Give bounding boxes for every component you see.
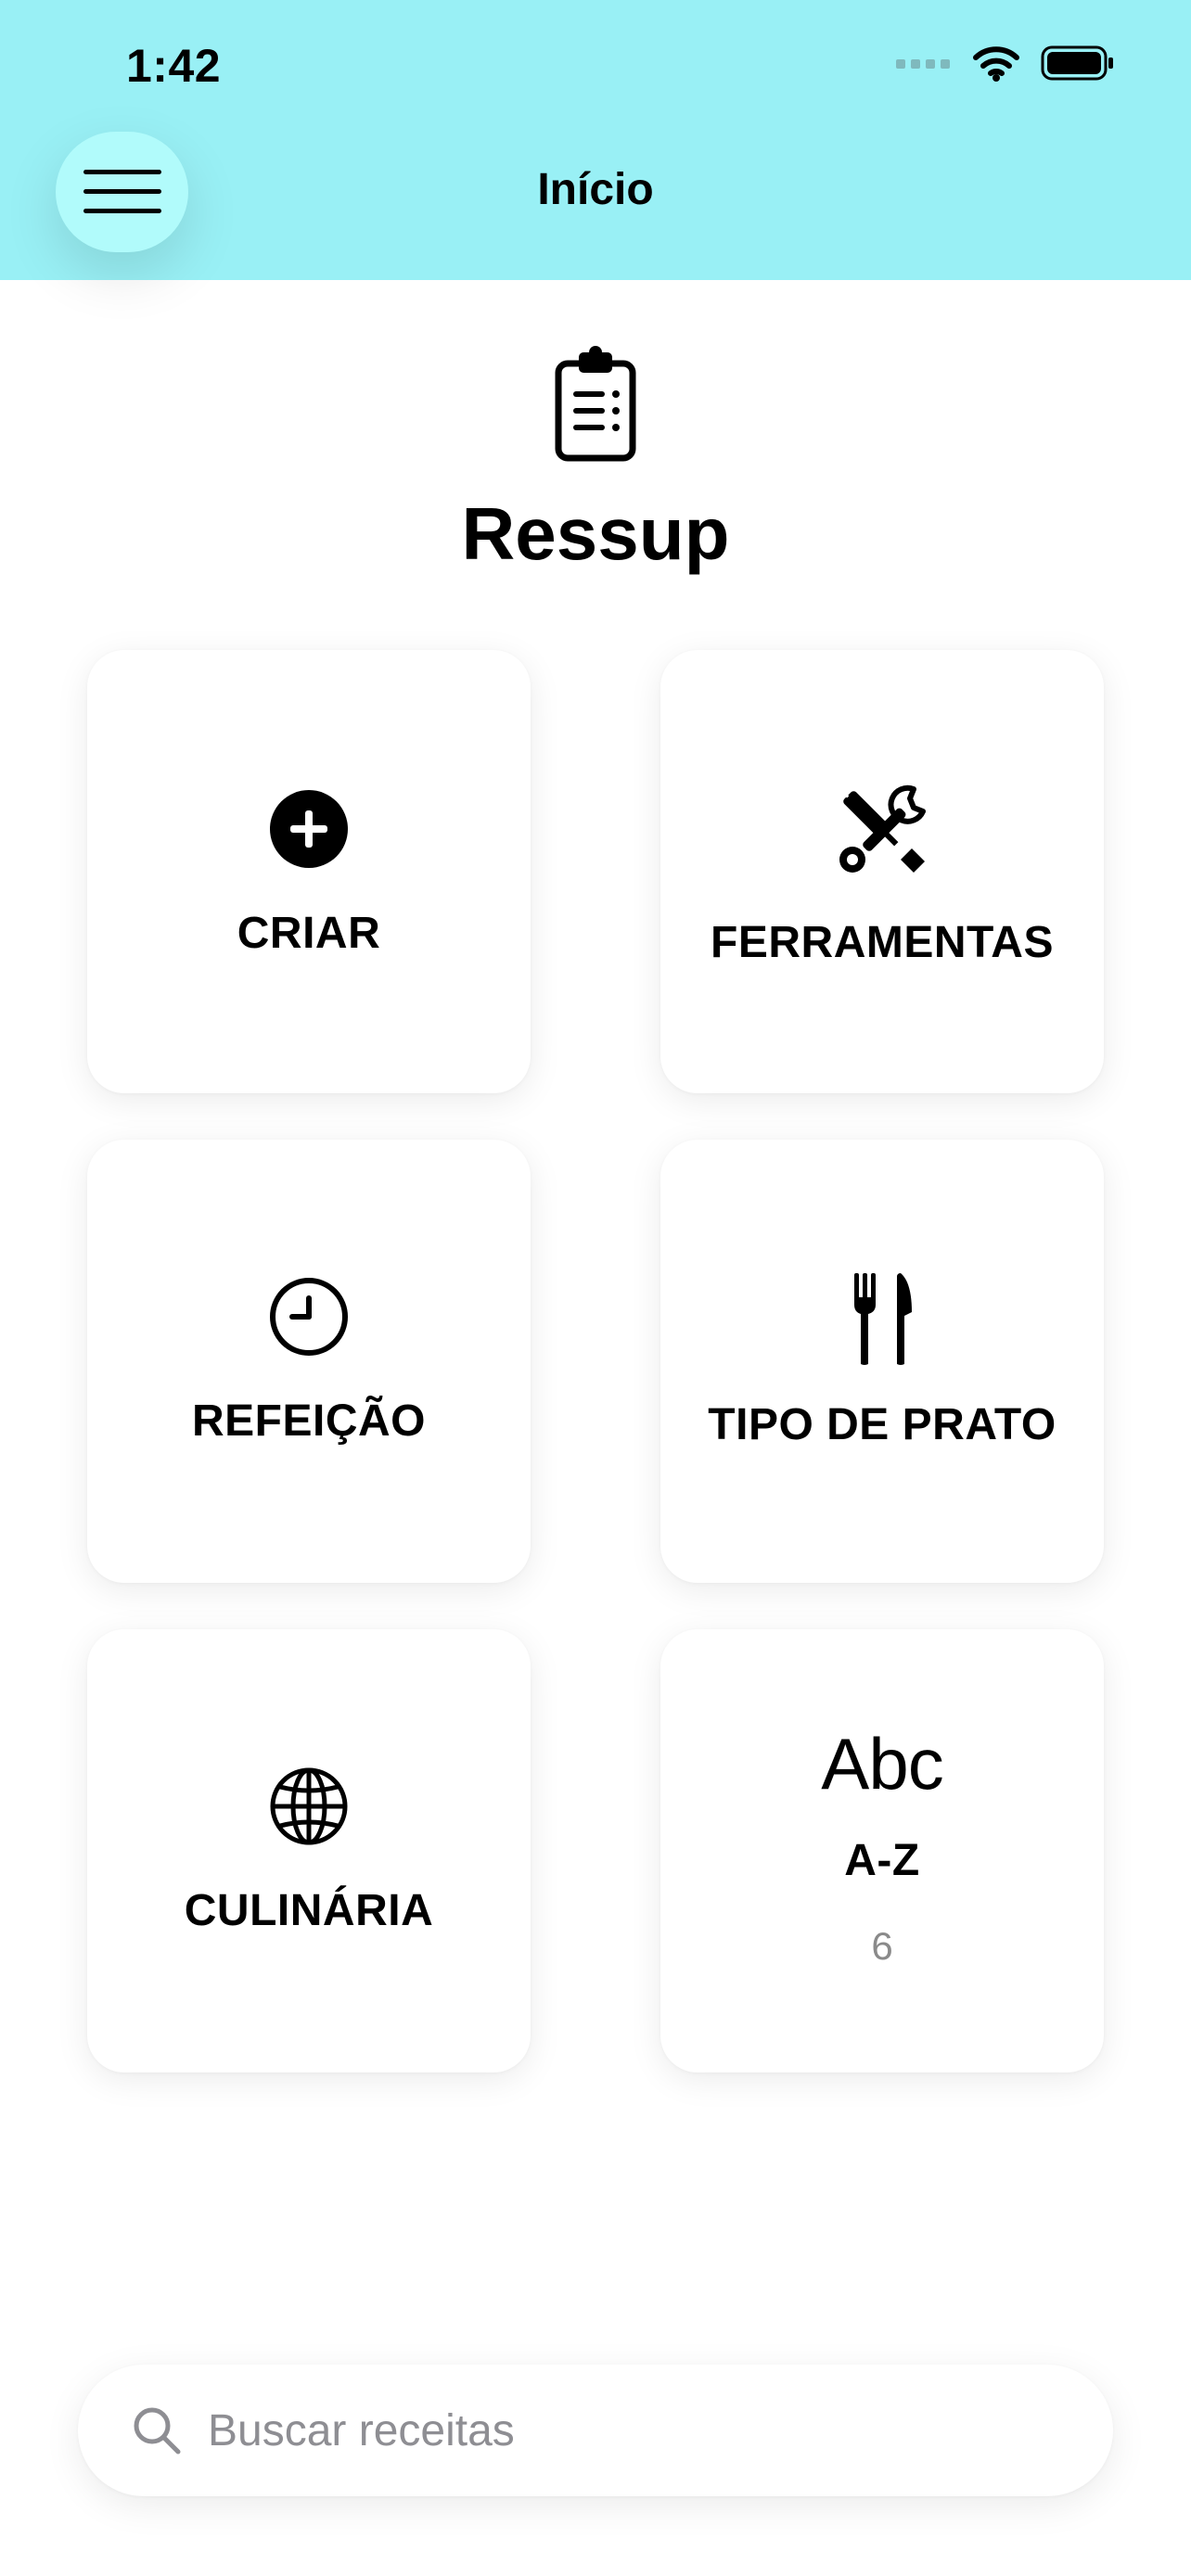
status-icons <box>896 45 1115 82</box>
cuisine-label: CULINÁRIA <box>184 1886 434 1935</box>
clipboard-list-icon <box>555 346 636 462</box>
wifi-icon <box>973 46 1019 82</box>
alphabetical-card[interactable]: Abc A-Z 6 <box>660 1629 1104 2072</box>
header-title: Início <box>537 165 654 214</box>
create-card[interactable]: CRIAR <box>87 650 531 1093</box>
plus-circle-icon <box>270 790 348 868</box>
alphabetical-label: A-Z <box>844 1836 920 1885</box>
alphabetical-glyph: Abc <box>821 1723 943 1804</box>
dish-type-card[interactable]: TIPO DE PRATO <box>660 1140 1104 1583</box>
status-time: 1:42 <box>126 40 222 92</box>
search-input[interactable] <box>206 2365 1061 2496</box>
tools-label: FERRAMENTAS <box>711 918 1054 967</box>
dish-type-label: TIPO DE PRATO <box>708 1400 1057 1449</box>
create-label: CRIAR <box>237 909 381 958</box>
globe-icon <box>270 1767 348 1845</box>
alphabetical-count: 6 <box>871 1924 893 1968</box>
wrench-screwdriver-icon <box>839 784 926 873</box>
header-bar: 1:42 Início <box>0 0 1191 280</box>
meal-card[interactable]: REFEIÇÃO <box>87 1140 531 1583</box>
cuisine-card[interactable]: CULINÁRIA <box>87 1629 531 2072</box>
app-name: Ressup <box>461 492 730 575</box>
fork-knife-icon <box>854 1273 912 1365</box>
battery-icon <box>1041 45 1113 81</box>
clock-icon <box>270 1278 348 1356</box>
search-bar[interactable] <box>78 2365 1113 2496</box>
tools-card[interactable]: FERRAMENTAS <box>660 650 1104 1093</box>
cellular-signal-icon <box>896 59 950 69</box>
meal-label: REFEIÇÃO <box>191 1396 426 1446</box>
search-icon <box>134 2407 181 2455</box>
